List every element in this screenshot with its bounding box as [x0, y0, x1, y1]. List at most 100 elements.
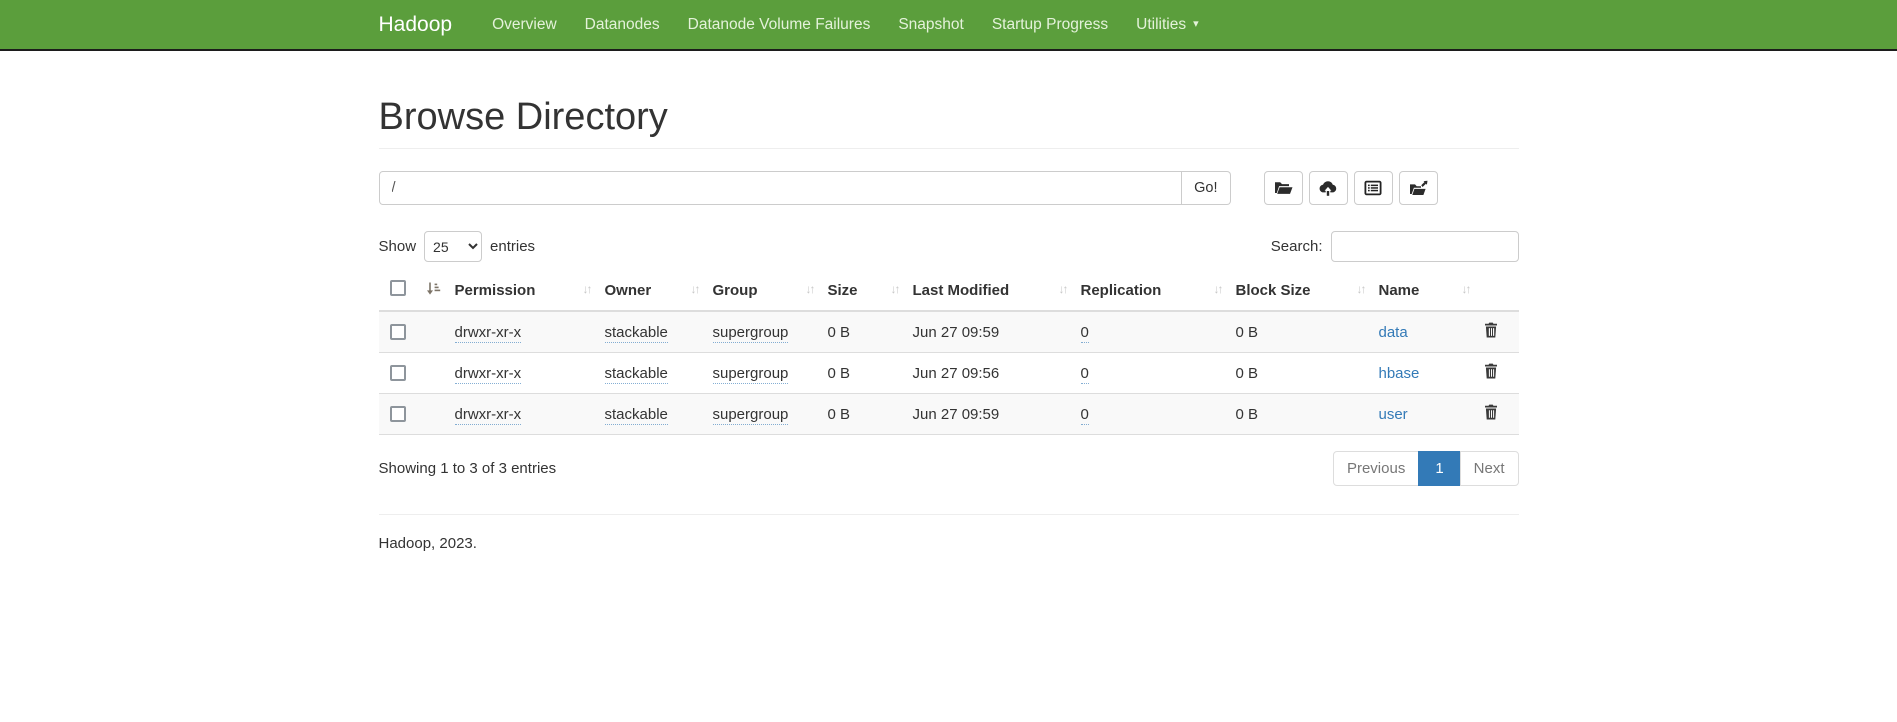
brand-link[interactable]: Hadoop: [379, 13, 453, 37]
replication-value[interactable]: 0: [1081, 324, 1089, 343]
col-header-select[interactable]: [379, 276, 455, 311]
col-header-label: Owner: [605, 282, 652, 299]
path-bar: Go!: [379, 171, 1519, 205]
sort-active-icon: [426, 283, 441, 300]
path-input-group: Go!: [379, 171, 1231, 205]
nav-item-overview[interactable]: Overview: [478, 16, 571, 34]
create-directory-button[interactable]: [1264, 171, 1303, 205]
sort-icon: ↓↑: [891, 282, 899, 296]
size-value: 0 B: [828, 406, 851, 423]
size-value: 0 B: [828, 365, 851, 382]
search-control: Search:: [1271, 231, 1519, 262]
folder-paste-icon: [1409, 180, 1428, 197]
replication-value[interactable]: 0: [1081, 406, 1089, 425]
folder-open-icon: [1274, 180, 1293, 197]
block-size-value: 0 B: [1236, 406, 1259, 423]
col-header-last-modified[interactable]: Last Modified↓↑: [913, 276, 1081, 311]
col-header-permission[interactable]: Permission ↓↑: [455, 276, 605, 311]
table-row: drwxr-xr-x stackable supergroup 0 B Jun …: [379, 353, 1519, 394]
col-header-replication[interactable]: Replication ↓↑: [1081, 276, 1236, 311]
directory-link[interactable]: hbase: [1379, 365, 1420, 382]
directory-actions: [1264, 171, 1438, 205]
replication-value[interactable]: 0: [1081, 365, 1089, 384]
page-title: Browse Directory: [379, 96, 1519, 149]
col-header-owner[interactable]: Owner ↓↑: [605, 276, 713, 311]
sort-icon: ↓↑: [691, 282, 699, 296]
clipboard-list-button[interactable]: [1354, 171, 1393, 205]
last-modified-value: Jun 27 09:59: [913, 406, 1000, 423]
group-value[interactable]: supergroup: [713, 406, 789, 425]
table-row: drwxr-xr-x stackable supergroup 0 B Jun …: [379, 311, 1519, 353]
pagination-next[interactable]: Next: [1461, 451, 1519, 486]
group-value[interactable]: supergroup: [713, 324, 789, 343]
nav-item-utilities[interactable]: Utilities ▾: [1122, 16, 1212, 34]
nav-item-snapshot[interactable]: Snapshot: [884, 16, 978, 34]
owner-value[interactable]: stackable: [605, 324, 668, 343]
nav-menu: Overview Datanodes Datanode Volume Failu…: [478, 16, 1213, 34]
size-value: 0 B: [828, 324, 851, 341]
permission-value[interactable]: drwxr-xr-x: [455, 324, 522, 343]
col-header-group[interactable]: Group ↓↑: [713, 276, 828, 311]
col-header-block-size[interactable]: Block Size ↓↑: [1236, 276, 1379, 311]
nav-item-label: Snapshot: [898, 16, 964, 34]
table-header-row: Permission ↓↑ Owner ↓↑ Group ↓↑ Size↓↑ Last…: [379, 276, 1519, 311]
list-alt-icon: [1364, 180, 1382, 196]
nav-item-label: Datanode Volume Failures: [688, 16, 871, 34]
nav-item-startup-progress[interactable]: Startup Progress: [978, 16, 1122, 34]
upload-files-button[interactable]: [1309, 171, 1348, 205]
sort-icon: ↓↑: [1059, 282, 1067, 296]
entries-label: entries: [490, 238, 535, 255]
sort-icon: ↓↑: [806, 282, 814, 296]
nav-item-label: Overview: [492, 16, 557, 34]
owner-value[interactable]: stackable: [605, 406, 668, 425]
search-label: Search:: [1271, 238, 1323, 255]
col-header-label: Block Size: [1236, 282, 1311, 299]
col-header-label: Group: [713, 282, 758, 299]
select-all-checkbox[interactable]: [390, 280, 406, 296]
nav-item-label: Startup Progress: [992, 16, 1108, 34]
page-length-control: Show 25 entries: [379, 231, 536, 262]
owner-value[interactable]: stackable: [605, 365, 668, 384]
footer-text: Hadoop, 2023.: [379, 535, 1519, 552]
search-input[interactable]: [1331, 231, 1519, 262]
permission-value[interactable]: drwxr-xr-x: [455, 406, 522, 425]
directory-table: Permission ↓↑ Owner ↓↑ Group ↓↑ Size↓↑ Last…: [379, 276, 1519, 435]
show-label: Show: [379, 238, 417, 255]
col-header-name[interactable]: Name↓↑: [1379, 276, 1484, 311]
directory-link[interactable]: data: [1379, 324, 1408, 341]
col-header-label: Replication: [1081, 282, 1162, 299]
pagination: Previous 1 Next: [1333, 451, 1519, 486]
last-modified-value: Jun 27 09:59: [913, 324, 1000, 341]
trash-icon: [1484, 408, 1498, 423]
cloud-upload-icon: [1318, 180, 1338, 197]
row-checkbox[interactable]: [390, 406, 406, 422]
nav-item-datanode-volume-failures[interactable]: Datanode Volume Failures: [674, 16, 885, 34]
delete-button[interactable]: [1484, 363, 1498, 379]
delete-button[interactable]: [1484, 322, 1498, 338]
group-value[interactable]: supergroup: [713, 365, 789, 384]
paste-into-folder-button[interactable]: [1399, 171, 1438, 205]
table-footer: Showing 1 to 3 of 3 entries Previous 1 N…: [379, 451, 1519, 486]
block-size-value: 0 B: [1236, 365, 1259, 382]
pagination-page-1[interactable]: 1: [1419, 451, 1460, 486]
directory-link[interactable]: user: [1379, 406, 1408, 423]
col-header-label: Permission: [455, 282, 536, 299]
nav-item-datanodes[interactable]: Datanodes: [571, 16, 674, 34]
go-button[interactable]: Go!: [1182, 171, 1230, 205]
col-header-size[interactable]: Size↓↑: [828, 276, 913, 311]
path-input[interactable]: [379, 171, 1183, 205]
trash-icon: [1484, 367, 1498, 382]
trash-icon: [1484, 326, 1498, 341]
nav-item-label: Datanodes: [585, 16, 660, 34]
sort-icon: ↓↑: [583, 282, 591, 296]
permission-value[interactable]: drwxr-xr-x: [455, 365, 522, 384]
delete-button[interactable]: [1484, 404, 1498, 420]
sort-icon: ↓↑: [1357, 282, 1365, 296]
row-checkbox[interactable]: [390, 365, 406, 381]
table-row: drwxr-xr-x stackable supergroup 0 B Jun …: [379, 394, 1519, 435]
col-header-label: Name: [1379, 282, 1420, 299]
row-checkbox[interactable]: [390, 324, 406, 340]
page-length-select[interactable]: 25: [424, 231, 482, 262]
sort-icon: ↓↑: [1214, 282, 1222, 296]
pagination-previous[interactable]: Previous: [1333, 451, 1419, 486]
